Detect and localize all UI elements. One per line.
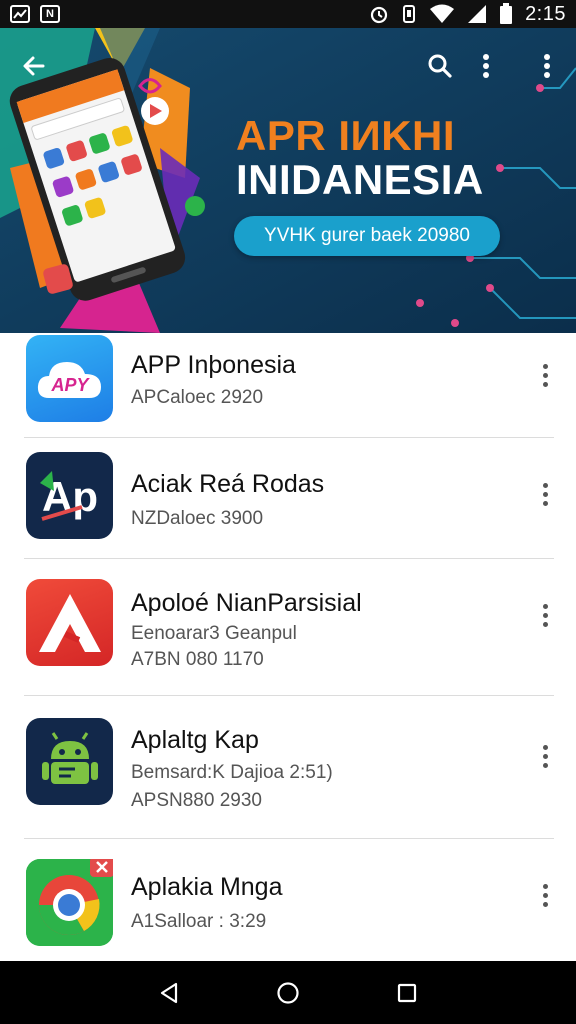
triangle-back-icon xyxy=(161,982,178,1003)
row-more-button[interactable] xyxy=(530,595,560,635)
back-button[interactable] xyxy=(14,46,54,86)
more-options-button[interactable] xyxy=(527,46,567,86)
android-icon xyxy=(26,718,113,805)
svg-text:APY: APY xyxy=(50,375,90,395)
row-more-button[interactable] xyxy=(530,474,560,514)
battery-icon xyxy=(500,3,513,24)
app-name: Aplakia Mnga xyxy=(131,873,283,901)
system-nav-bar xyxy=(0,961,576,1024)
banner-cta-pill[interactable]: YVHK gurer baek 20980 xyxy=(234,216,500,256)
ap-logo-icon: Ap xyxy=(26,452,113,539)
row-more-button[interactable] xyxy=(530,355,560,395)
app-meta: Bemsard:K Dajioa 2:51) xyxy=(131,762,333,783)
notification-icon xyxy=(10,5,30,23)
hero-banner: APR IИKHI INIDANESIA YVHK gurer baek 209… xyxy=(0,28,576,333)
row-more-button[interactable] xyxy=(530,875,560,915)
news-icon: N xyxy=(40,5,60,23)
nav-home-button[interactable] xyxy=(268,973,308,1013)
list-item[interactable]: APY APP Inþonesia APCaloec 2920 xyxy=(0,333,576,437)
list-item[interactable]: Ap Aciak Reá Rodas NZDaloec 3900 xyxy=(0,438,576,558)
app-meta-secondary: APSN880 2930 xyxy=(131,790,262,811)
square-recents-icon xyxy=(397,983,416,1002)
alarm-icon xyxy=(370,6,388,24)
more-vert-icon xyxy=(544,54,550,78)
banner-title-line1: APR IИKHI xyxy=(236,112,456,159)
status-bar: N 2:15 xyxy=(0,0,576,28)
app-meta: NZDaloec 3900 xyxy=(131,508,264,529)
red-a-icon xyxy=(26,579,113,666)
app-name: APP Inþonesia xyxy=(131,351,296,379)
signal-icon xyxy=(468,5,487,23)
app-meta: A1Salloar : 3:29 xyxy=(131,911,267,932)
search-icon xyxy=(428,54,452,78)
list-item[interactable]: Aplakia Mnga A1Salloar : 3:29 xyxy=(0,839,576,961)
row-more-button[interactable] xyxy=(530,736,560,776)
app-meta: Eenoarar3 Geanpul xyxy=(131,623,297,644)
nav-recents-button[interactable] xyxy=(387,973,427,1013)
wifi-icon xyxy=(430,4,455,23)
app-name: Aciak Reá Rodas xyxy=(131,470,325,498)
chrome-icon xyxy=(26,859,113,946)
banner-title-line2: INIDANESIA xyxy=(236,156,484,203)
app-name: Apoloé NianParsisial xyxy=(131,589,362,617)
app-name: Aplaltg Kap xyxy=(131,726,259,754)
app-meta: APCaloec 2920 xyxy=(131,387,264,408)
arrow-left-icon xyxy=(23,56,45,76)
list-item[interactable]: Apoloé NianParsisial Eenoarar3 Geanpul A… xyxy=(0,559,576,695)
vibrate-icon xyxy=(403,5,416,23)
list-item[interactable]: Aplaltg Kap Bemsard:K Dajioa 2:51) APSN8… xyxy=(0,696,576,838)
app-meta-secondary: A7BN 080 1170 xyxy=(131,649,264,670)
more-vert-icon xyxy=(483,54,489,78)
status-time: 2:15 xyxy=(525,2,566,25)
apy-cloud-icon: APY xyxy=(26,335,113,422)
search-button[interactable] xyxy=(420,46,460,86)
circle-home-icon xyxy=(277,981,299,1004)
nav-back-button[interactable] xyxy=(149,973,189,1013)
overflow-menu-button[interactable] xyxy=(466,46,506,86)
